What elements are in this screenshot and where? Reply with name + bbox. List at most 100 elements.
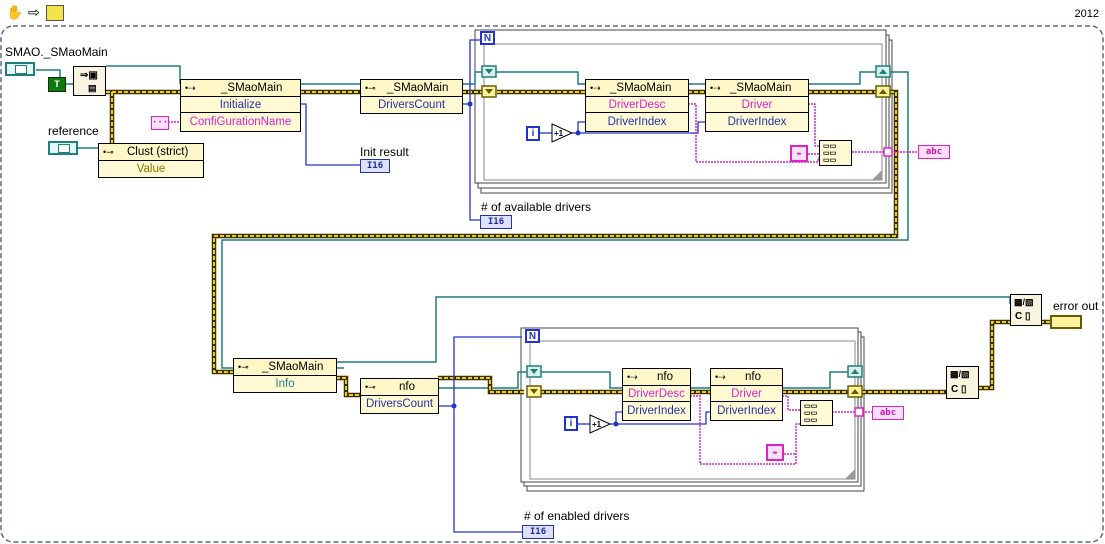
- node-name: _SMaoMain: [610, 82, 672, 94]
- node-name: _SMaoMain: [221, 82, 283, 94]
- initialize-method-node[interactable]: •⇢ _SMaoMain Initialize ConfiGurationNam…: [180, 79, 301, 132]
- property-node-icon: •⇢: [710, 83, 721, 93]
- close-reference-node-2[interactable]: ▩/▧ C ▯: [1010, 294, 1042, 326]
- wire-junction: [467, 101, 473, 107]
- prop-name: DriverDesc: [608, 99, 666, 111]
- error-out-indicator[interactable]: [1050, 315, 1082, 329]
- info-property-node[interactable]: •⊸ _SMaoMain Info: [233, 358, 337, 393]
- wire-junction: [613, 421, 619, 427]
- driver-desc-property-node[interactable]: •⇢ _SMaoMain DriverDesc DriverIndex: [585, 79, 689, 132]
- init-result-label: Init result: [360, 145, 409, 159]
- node-header: •⇢ nfo: [623, 369, 690, 386]
- method-row: Initialize: [181, 97, 300, 113]
- nfo-drivers-count-node[interactable]: •⊸ nfo DriversCount: [360, 378, 439, 414]
- node-name: Clust (strict): [127, 146, 189, 158]
- property-node-icon: •⊸: [365, 83, 376, 93]
- wire-junction: [451, 403, 457, 409]
- param-row: ConfiGurationName: [181, 114, 300, 130]
- nfo-driver-desc-node[interactable]: •⇢ nfo DriverDesc DriverIndex: [622, 368, 691, 421]
- iteration-terminal-1[interactable]: i: [526, 126, 540, 141]
- node-header: •⇢ nfo: [711, 369, 782, 386]
- property-node-icon: •⇢: [715, 372, 726, 382]
- property-node-icon: •⊸: [365, 382, 376, 392]
- build-string-node-2[interactable]: ▭▭ ▭▭ ▭▭: [800, 400, 833, 426]
- smao-main-refnum[interactable]: [5, 62, 35, 76]
- concat-icon: ▭▭ ▭▭ ▭▭: [823, 143, 837, 164]
- property-node-icon: •⇢: [627, 372, 638, 382]
- prop-name: Value: [136, 163, 166, 175]
- dash-constant-1[interactable]: -: [790, 145, 808, 162]
- drivers-count-property-node[interactable]: •⊸ _SMaoMain DriversCount: [360, 79, 463, 114]
- property-node-icon: •⊸: [103, 147, 114, 157]
- reference-refnum[interactable]: [48, 141, 78, 155]
- config-name-constant[interactable]: ···: [151, 116, 169, 130]
- prop-name: Info: [275, 378, 295, 390]
- open-refnum-node[interactable]: ⇒▣ ▤: [73, 66, 106, 96]
- property-node-icon: •⇢: [590, 83, 601, 93]
- tunnel-string-out-1: [883, 147, 893, 157]
- enabled-drivers-label: # of enabled drivers: [524, 509, 630, 523]
- method-name: Initialize: [219, 99, 262, 111]
- node-header: •⊸ Clust (strict): [99, 144, 203, 161]
- driver-property-node[interactable]: •⇢ _SMaoMain Driver DriverIndex: [705, 79, 809, 132]
- node-name: _SMaoMain: [730, 82, 792, 94]
- abc-icon: abc: [925, 147, 943, 157]
- close-ref-icon-2: C ▯: [951, 384, 967, 395]
- close-ref-icon-2: C ▯: [1015, 311, 1031, 322]
- enabled-drivers-indicator[interactable]: I16: [522, 525, 554, 539]
- prop-name: Driver: [731, 388, 762, 400]
- increment-label-1: +1: [554, 129, 564, 138]
- true-constant[interactable]: T: [48, 77, 66, 92]
- open-ref-icon-2: ▤: [88, 83, 97, 93]
- node-name: _SMaoMain: [262, 361, 324, 373]
- prop-row: DriversCount: [361, 97, 462, 113]
- prop-row: Info: [234, 376, 336, 392]
- prop-name: Driver: [741, 99, 773, 111]
- prop-name: DriverIndex: [627, 405, 686, 417]
- driver-string-indicator-1[interactable]: abc: [918, 145, 950, 159]
- prop-row: DriverIndex: [623, 403, 690, 419]
- available-drivers-indicator[interactable]: I16: [480, 215, 512, 229]
- build-string-node-1[interactable]: ▭▭ ▭▭ ▭▭: [819, 140, 852, 166]
- open-ref-icon: ⇒▣: [80, 70, 98, 81]
- tunnel-string-out-2: [854, 407, 864, 417]
- wire-junction: [575, 130, 581, 136]
- close-ref-icon: ▩/▧: [950, 369, 970, 379]
- param-name: ConfiGurationName: [189, 116, 292, 128]
- node-header: •⊸ _SMaoMain: [361, 80, 462, 97]
- loop-count-terminal-1[interactable]: N: [480, 31, 495, 45]
- prop-row: DriverIndex: [706, 114, 808, 130]
- node-header: •⊸ nfo: [361, 379, 438, 396]
- close-reference-node-1[interactable]: ▩/▧ C ▯: [946, 366, 979, 399]
- property-node-icon: •⊸: [238, 362, 249, 372]
- node-header: •⇢ _SMaoMain: [181, 80, 300, 97]
- clust-strict-property-node[interactable]: •⊸ Clust (strict) Value: [98, 143, 204, 178]
- prop-name: DriverDesc: [628, 388, 685, 400]
- prop-name: DriversCount: [365, 398, 434, 410]
- dash-constant-2[interactable]: -: [766, 444, 784, 461]
- prop-row: DriverIndex: [586, 114, 688, 130]
- string-constant-icon: ···: [152, 118, 169, 128]
- available-drivers-label: # of available drivers: [481, 200, 592, 214]
- node-name: nfo: [745, 371, 761, 383]
- node-name: nfo: [399, 381, 415, 393]
- nfo-driver-node[interactable]: •⇢ nfo Driver DriverIndex: [710, 368, 783, 421]
- node-header: •⇢ _SMaoMain: [706, 80, 808, 97]
- prop-name: DriverIndex: [717, 405, 776, 417]
- prop-row: DriverDesc: [623, 386, 690, 402]
- prop-row: Value: [99, 161, 203, 177]
- loop-count-terminal-2[interactable]: N: [525, 329, 540, 343]
- init-result-indicator[interactable]: I16: [360, 159, 390, 173]
- driver-string-indicator-2[interactable]: abc: [872, 406, 904, 420]
- prop-row: DriverDesc: [586, 97, 688, 113]
- smao-main-label: SMAO._SMaoMain: [5, 45, 108, 59]
- error-out-label: error out: [1053, 299, 1099, 313]
- node-header: •⇢ _SMaoMain: [586, 80, 688, 97]
- prop-name: DriversCount: [377, 99, 446, 111]
- node-name: nfo: [657, 371, 673, 383]
- prop-row: Driver: [706, 97, 808, 113]
- concat-icon: ▭▭ ▭▭ ▭▭: [804, 403, 818, 424]
- prop-row: DriverIndex: [711, 403, 782, 419]
- prop-name: DriverIndex: [727, 116, 787, 128]
- iteration-terminal-2[interactable]: i: [564, 416, 578, 431]
